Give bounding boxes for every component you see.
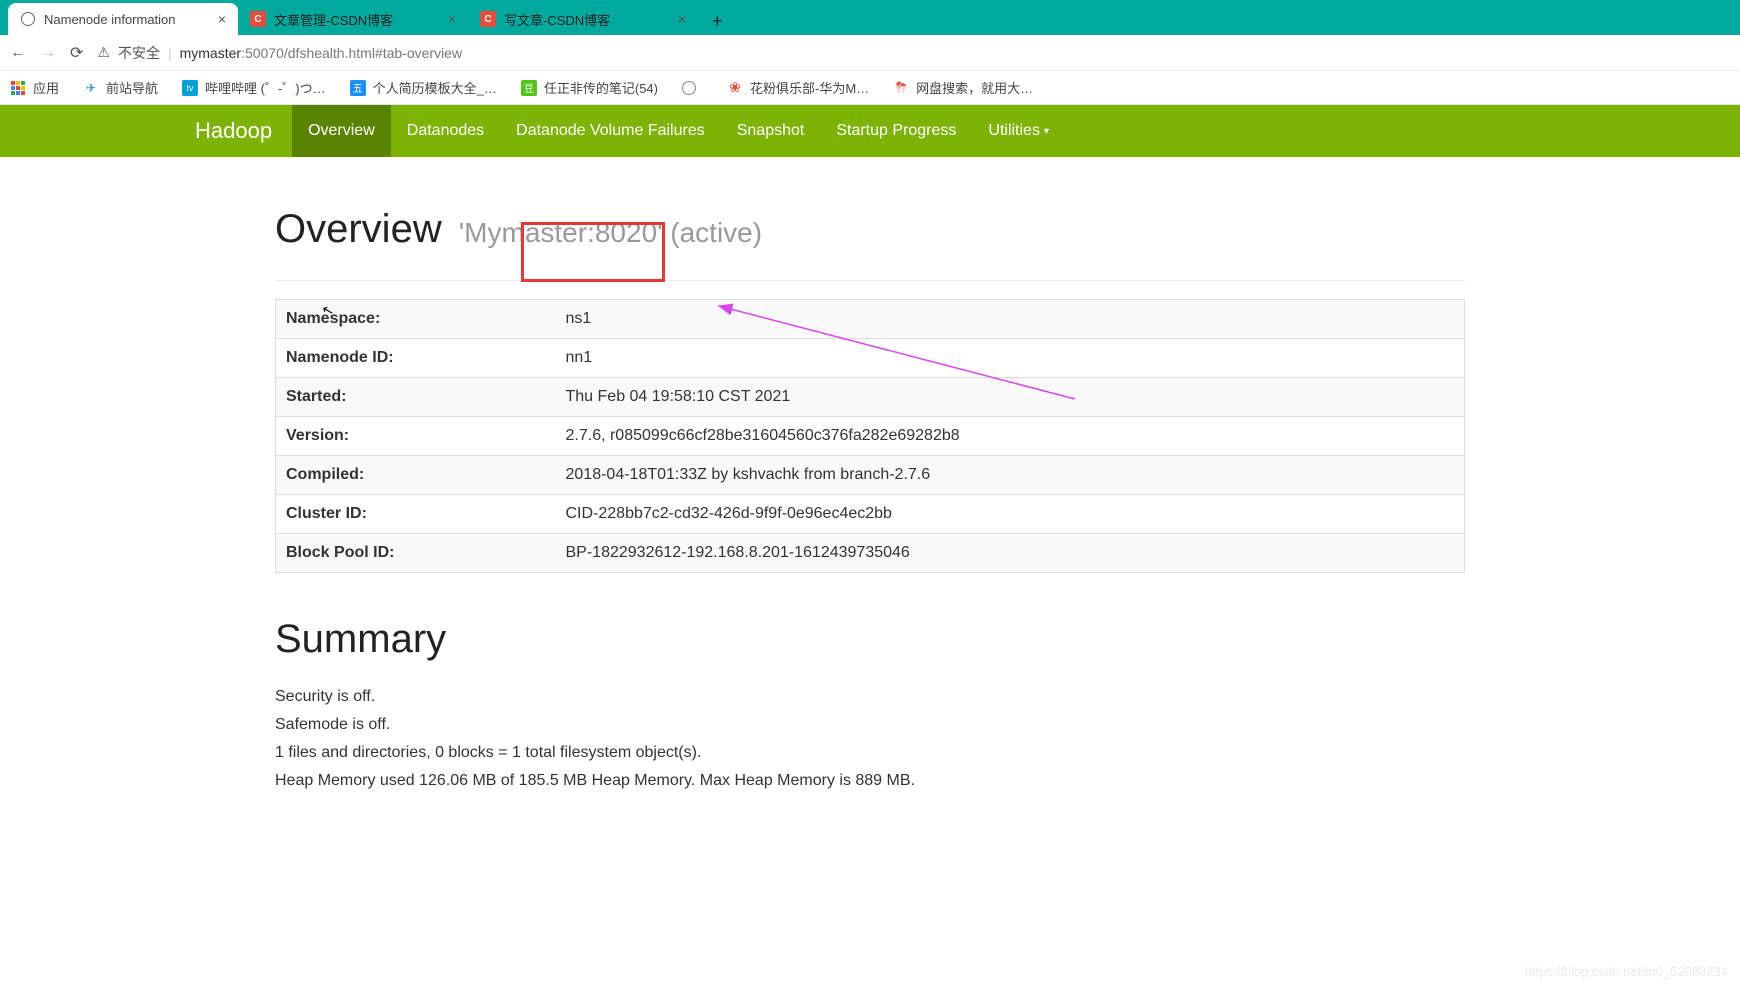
table-value: 2018-04-18T01:33Z by kshvachk from branc… (556, 456, 1465, 495)
browser-tab-active[interactable]: Namenode information × (8, 3, 238, 35)
csdn-icon: C (250, 11, 266, 27)
address-bar: ← → ⟳ ⚠ 不安全 | mymaster:50070/dfshealth.h… (0, 35, 1740, 71)
bookmark-item[interactable] (682, 81, 703, 95)
overview-heading: Overview 'Mymaster:8020' (active) (275, 207, 1465, 252)
bookmark-item[interactable]: tv 哔哩哔哩 (゜-゜)つ… (182, 78, 326, 97)
bookmark-icon: ⛈ (893, 80, 909, 96)
url-bar[interactable]: ⚠ 不安全 | mymaster:50070/dfshealth.html#ta… (97, 43, 1730, 63)
table-value: 2.7.6, r085099c66cf28be31604560c376fa282… (556, 417, 1465, 456)
globe-icon (20, 11, 36, 27)
bookmark-icon: ✈ (83, 80, 99, 96)
summary-line: 1 files and directories, 0 blocks = 1 to… (275, 744, 1465, 762)
bookmark-icon: tv (182, 80, 198, 96)
insecure-icon: ⚠ (97, 44, 110, 61)
apps-button[interactable]: 应用 (10, 78, 59, 97)
summary-heading: Summary (275, 617, 1465, 662)
bookmark-icon: 五 (350, 80, 366, 96)
back-button[interactable]: ← (10, 44, 26, 62)
bookmark-icon: ❀ (727, 80, 743, 96)
summary-line: Safemode is off. (275, 716, 1465, 734)
bookmarks-bar: 应用 ✈ 前站导航 tv 哔哩哔哩 (゜-゜)つ… 五 个人简历模板大全_… 豆… (0, 71, 1740, 105)
table-label: Cluster ID: (276, 495, 556, 534)
bookmark-item[interactable]: 豆 任正非传的笔记(54) (521, 78, 658, 97)
csdn-icon: C (480, 11, 496, 27)
bookmark-item[interactable]: ✈ 前站导航 (83, 78, 158, 97)
title-row: Overview 'Mymaster:8020' (active) (275, 207, 1465, 281)
table-value: Thu Feb 04 19:58:10 CST 2021 (556, 378, 1465, 417)
table-label: Started: (276, 378, 556, 417)
close-icon[interactable]: × (448, 11, 456, 27)
bookmark-item[interactable]: 五 个人简历模板大全_… (350, 78, 497, 97)
nav-utilities[interactable]: Utilities▾ (972, 105, 1065, 157)
table-row: Block Pool ID:BP-1822932612-192.168.8.20… (276, 534, 1465, 573)
bookmark-icon: 豆 (521, 80, 537, 96)
insecure-label: 不安全 (118, 43, 160, 63)
table-row: Namespace:ns1 (276, 300, 1465, 339)
bookmark-item[interactable]: ❀ 花粉俱乐部-华为M… (727, 78, 869, 97)
new-tab-button[interactable]: + (698, 11, 737, 32)
close-icon[interactable]: × (218, 11, 226, 27)
browser-tab-bar: Namenode information × C 文章管理-CSDN博客 × C… (0, 0, 1740, 35)
table-value: BP-1822932612-192.168.8.201-161243973504… (556, 534, 1465, 573)
annotation-red-box (521, 222, 665, 282)
reload-button[interactable]: ⟳ (70, 43, 83, 63)
summary-body: Security is off. Safemode is off. 1 files … (275, 688, 1465, 790)
table-row: Version:2.7.6, r085099c66cf28be31604560c… (276, 417, 1465, 456)
nav-volume-failures[interactable]: Datanode Volume Failures (500, 105, 721, 157)
table-row: Namenode ID:nn1 (276, 339, 1465, 378)
nav-snapshot[interactable]: Snapshot (721, 105, 821, 157)
table-label: Compiled: (276, 456, 556, 495)
browser-tab[interactable]: C 写文章-CSDN博客 × (468, 3, 698, 35)
forward-button[interactable]: → (40, 44, 56, 62)
watermark: https://blog.csdn.net/m0_52080234 (1525, 964, 1728, 979)
content: Overview 'Mymaster:8020' (active) Namesp… (275, 207, 1465, 840)
table-label: Namenode ID: (276, 339, 556, 378)
nav-overview[interactable]: Overview (292, 105, 391, 157)
summary-line: Heap Memory used 126.06 MB of 185.5 MB H… (275, 772, 1465, 790)
table-value: ns1 (556, 300, 1465, 339)
apps-icon (10, 80, 26, 96)
tab-title: 写文章-CSDN博客 (504, 10, 610, 29)
browser-tab[interactable]: C 文章管理-CSDN博客 × (238, 3, 468, 35)
table-label: Version: (276, 417, 556, 456)
table-label: Block Pool ID: (276, 534, 556, 573)
bookmark-item[interactable]: ⛈ 网盘搜索，就用大… (893, 78, 1033, 97)
summary-line: Security is off. (275, 688, 1465, 706)
close-icon[interactable]: × (678, 11, 686, 27)
nav-startup[interactable]: Startup Progress (820, 105, 972, 157)
table-row: Started:Thu Feb 04 19:58:10 CST 2021 (276, 378, 1465, 417)
overview-table: Namespace:ns1Namenode ID:nn1Started:Thu … (275, 299, 1465, 573)
url-text: mymaster:50070/dfshealth.html#tab-overvi… (180, 45, 462, 61)
table-value: nn1 (556, 339, 1465, 378)
table-label: Namespace: (276, 300, 556, 339)
chevron-down-icon: ▾ (1044, 126, 1049, 137)
page-nav: Hadoop Overview Datanodes Datanode Volum… (0, 105, 1740, 157)
nav-datanodes[interactable]: Datanodes (391, 105, 500, 157)
tab-title: 文章管理-CSDN博客 (274, 10, 393, 29)
table-row: Compiled:2018-04-18T01:33Z by kshvachk f… (276, 456, 1465, 495)
table-value: CID-228bb7c2-cd32-426d-9f9f-0e96ec4ec2bb (556, 495, 1465, 534)
table-row: Cluster ID:CID-228bb7c2-cd32-426d-9f9f-0… (276, 495, 1465, 534)
tab-title: Namenode information (44, 12, 176, 27)
brand[interactable]: Hadoop (195, 118, 272, 144)
globe-icon (682, 81, 696, 95)
